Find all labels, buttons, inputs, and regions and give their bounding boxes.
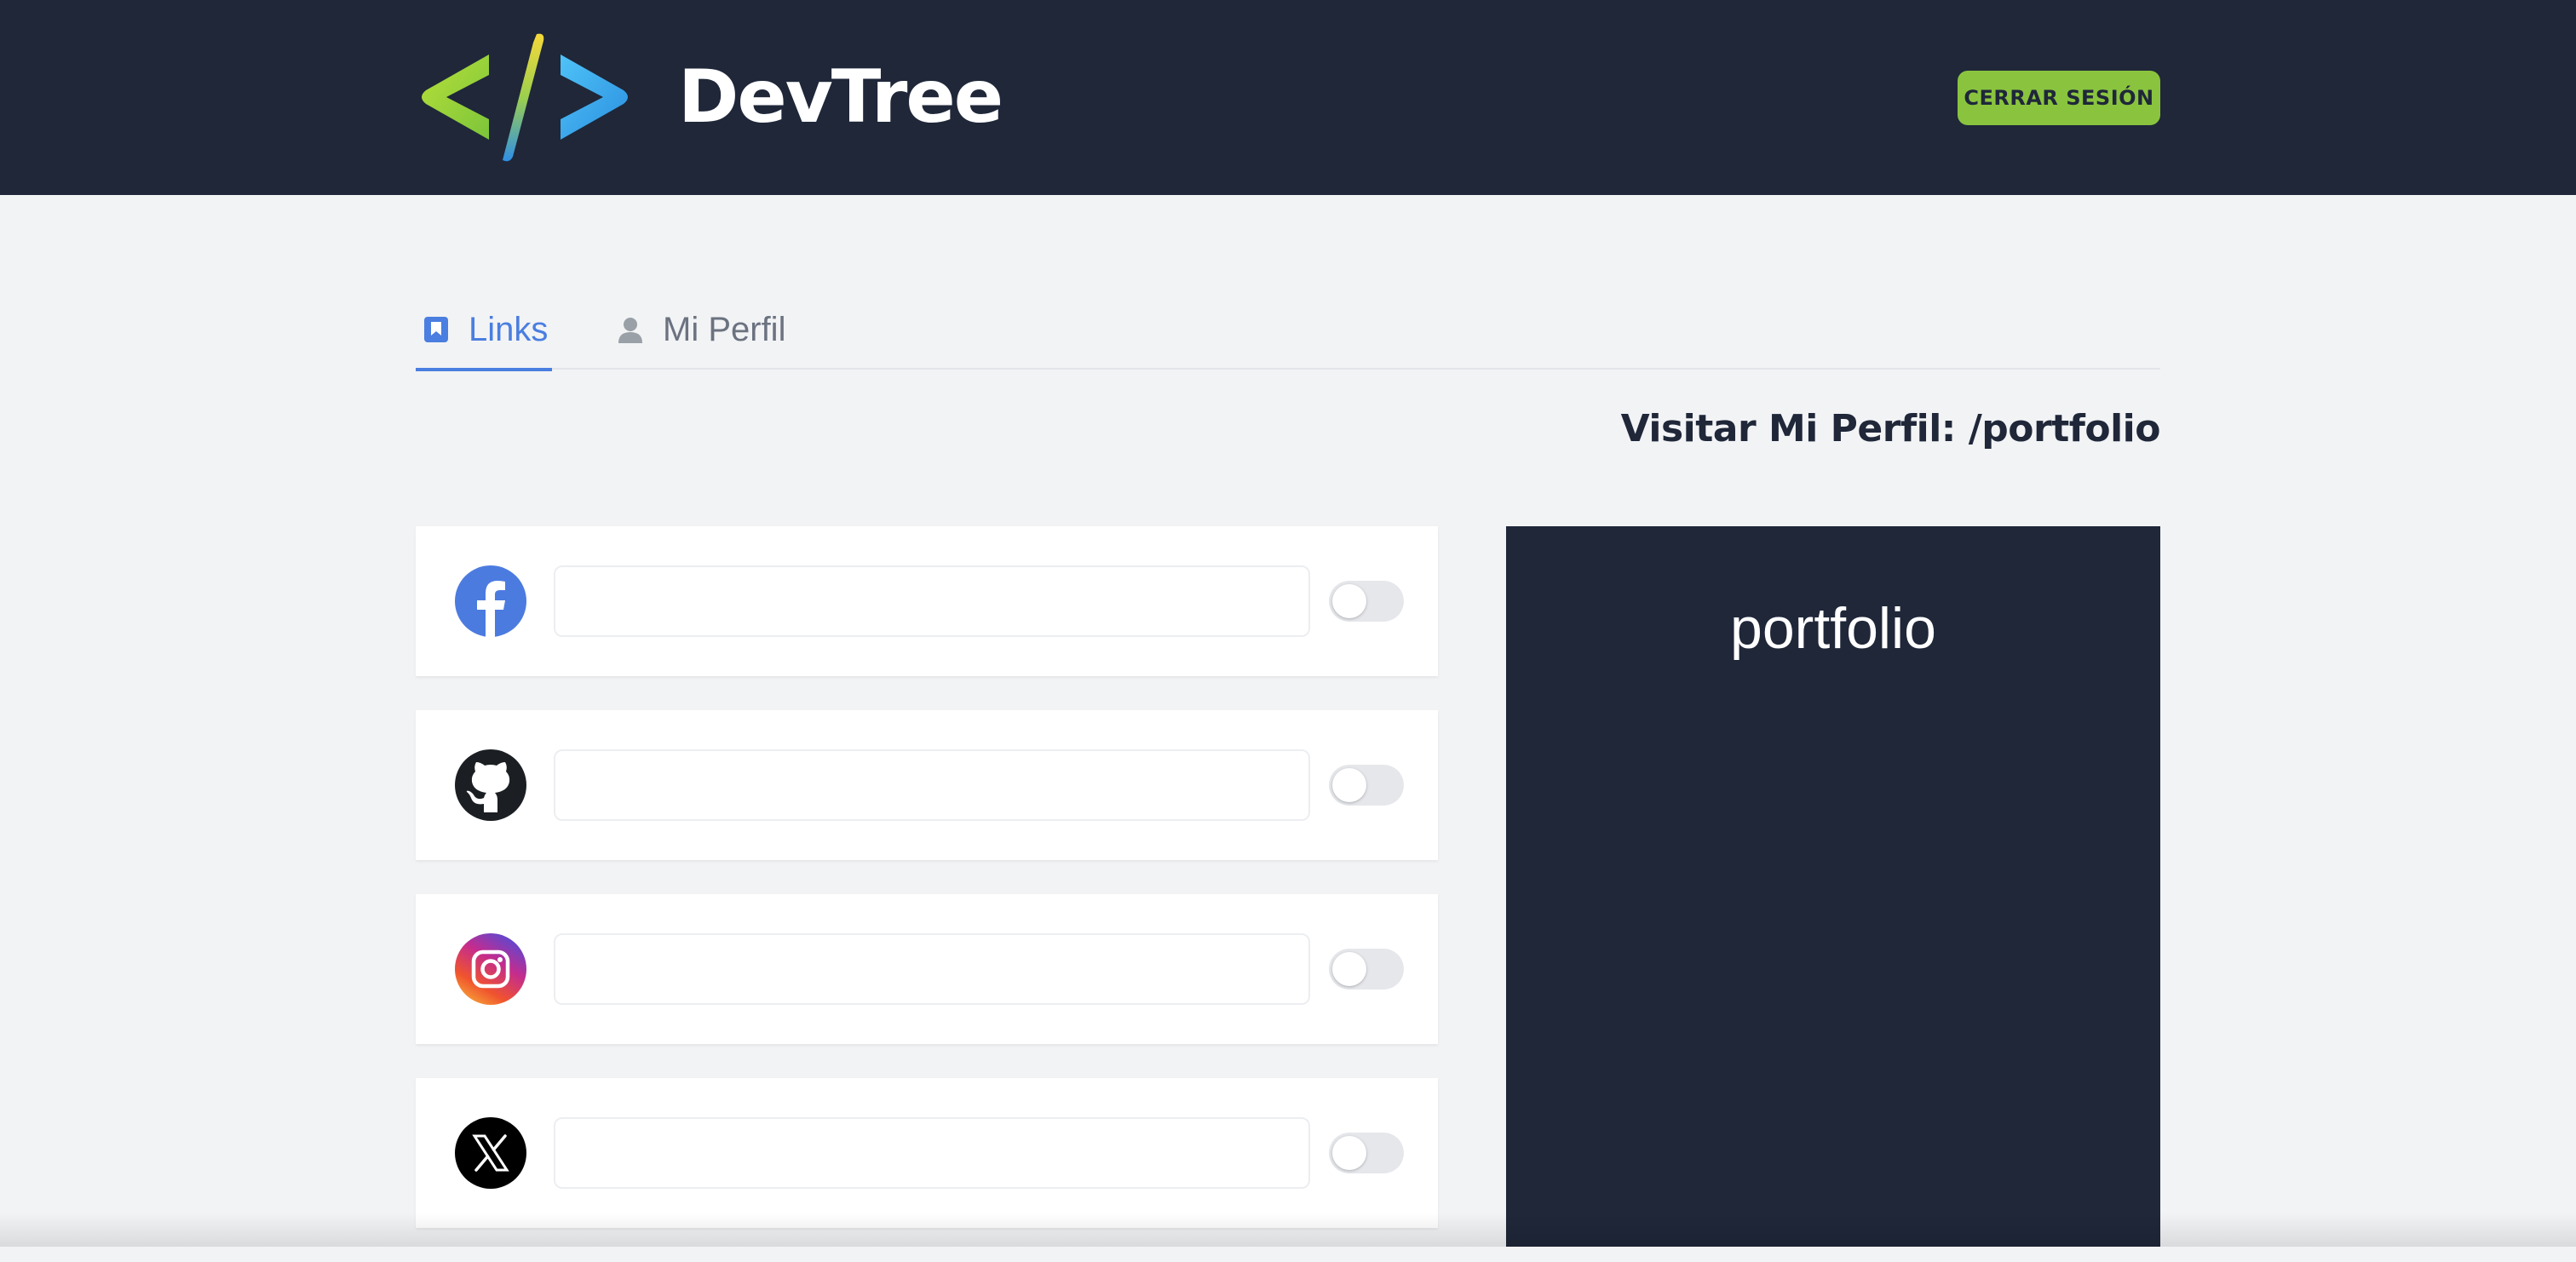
user-icon	[618, 318, 642, 343]
instagram-icon	[455, 933, 526, 1005]
link-card-x	[416, 1078, 1438, 1228]
toggle-knob	[1332, 952, 1366, 986]
profile-tabs: Links Mi Perfil	[416, 290, 2160, 371]
github-url-input[interactable]	[554, 749, 1310, 821]
x-icon	[455, 1117, 526, 1189]
link-card-github	[416, 710, 1438, 860]
logout-button[interactable]: CERRAR SESIÓN	[1958, 71, 2160, 125]
brand-name: DevTree	[678, 54, 1003, 140]
facebook-url-input[interactable]	[554, 565, 1310, 637]
x-url-input[interactable]	[554, 1117, 1310, 1189]
top-header: DevTree CERRAR SESIÓN	[0, 0, 2576, 195]
social-links-list	[416, 526, 1438, 1262]
code-brackets-logo-icon	[422, 33, 628, 162]
preview-handle: portfolio	[1730, 596, 1936, 661]
toggle-knob	[1332, 768, 1366, 802]
facebook-enable-toggle[interactable]	[1329, 581, 1404, 622]
devtree-logo[interactable]: DevTree	[414, 31, 1003, 163]
toggle-knob	[1332, 584, 1366, 618]
instagram-enable-toggle[interactable]	[1329, 949, 1404, 990]
tab-links-label: Links	[469, 310, 549, 348]
profile-preview-panel: portfolio	[1506, 526, 2160, 1247]
bookmark-icon	[424, 317, 448, 342]
tab-links[interactable]: Links	[416, 290, 552, 371]
github-icon	[455, 749, 526, 821]
instagram-url-input[interactable]	[554, 933, 1310, 1005]
github-enable-toggle[interactable]	[1329, 765, 1404, 806]
facebook-icon	[455, 565, 526, 637]
tab-mi-perfil[interactable]: Mi Perfil	[610, 290, 785, 370]
link-card-instagram	[416, 894, 1438, 1044]
link-card-facebook	[416, 526, 1438, 676]
tab-mi-perfil-label: Mi Perfil	[663, 310, 786, 348]
x-enable-toggle[interactable]	[1329, 1133, 1404, 1173]
toggle-knob	[1332, 1136, 1366, 1170]
visit-profile-link[interactable]: Visitar Mi Perfil: /portfolio	[1621, 407, 2161, 450]
